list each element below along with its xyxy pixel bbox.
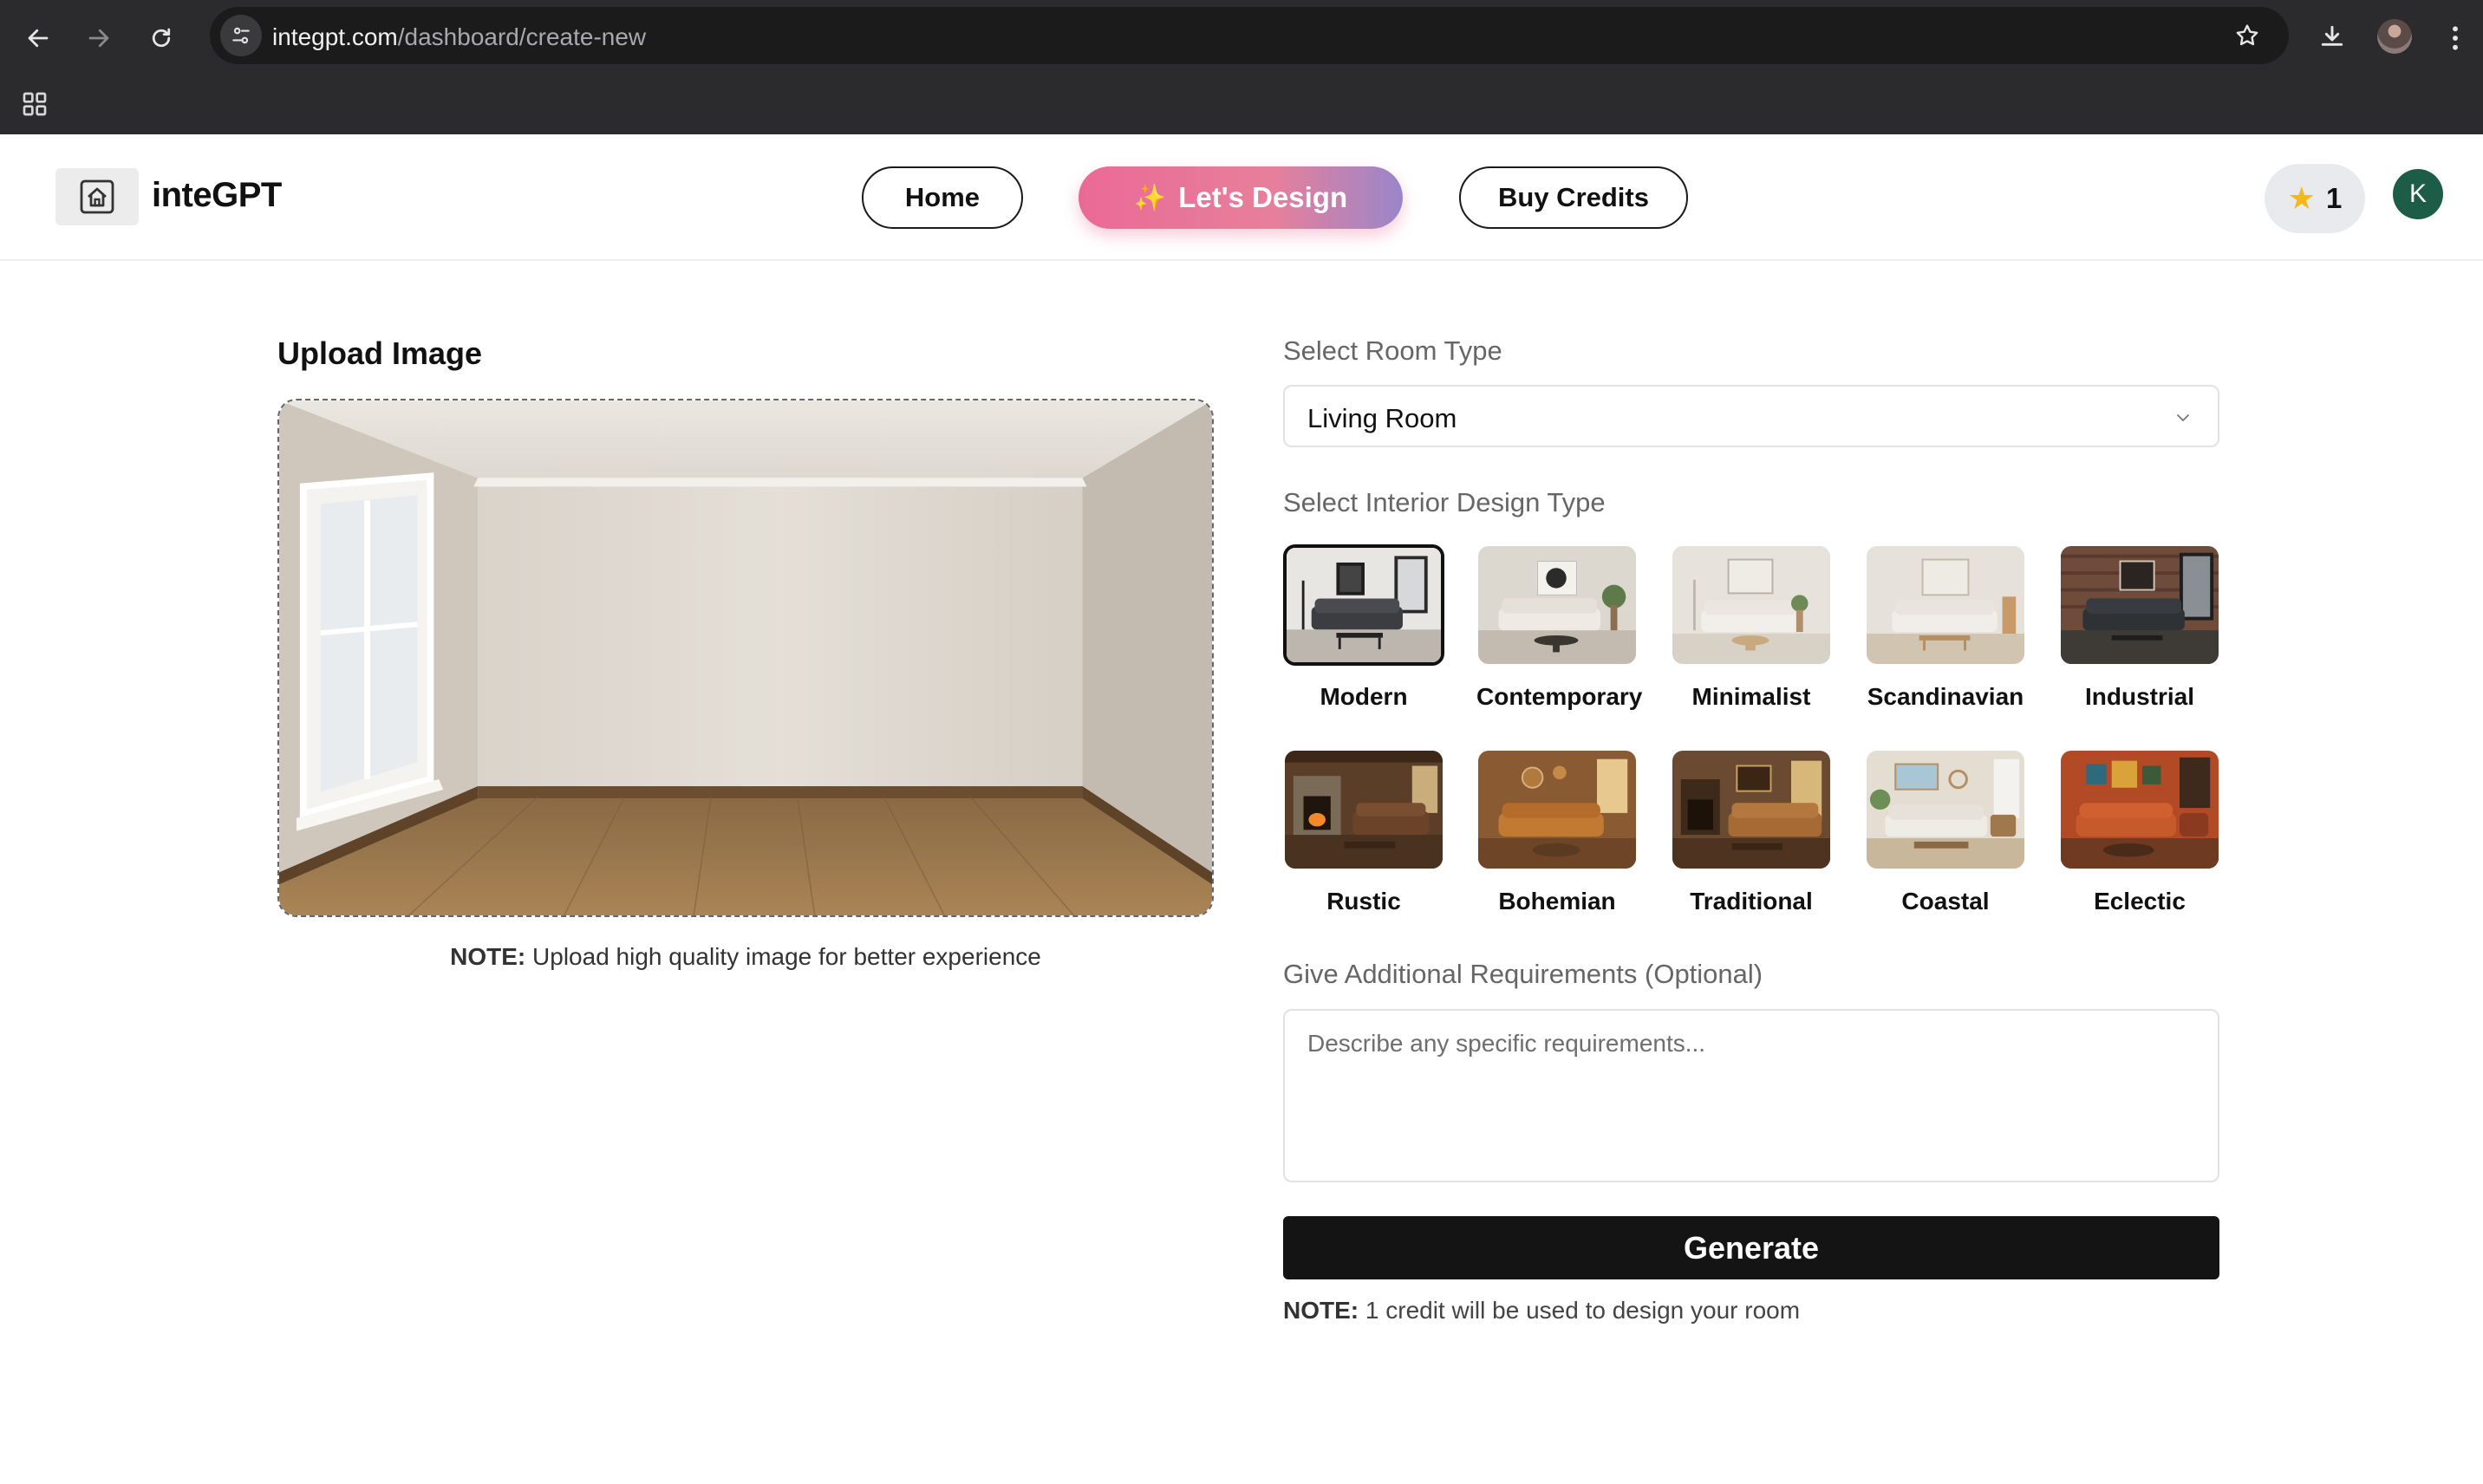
user-avatar[interactable]: K bbox=[2393, 169, 2443, 219]
back-arrow-icon bbox=[28, 29, 49, 48]
credit-note-label: NOTE: bbox=[1283, 1297, 1359, 1324]
additional-requirements-input[interactable]: Describe any specific requirements... bbox=[1283, 1009, 2219, 1182]
reload-button[interactable] bbox=[139, 16, 184, 61]
chevron-down-icon bbox=[2171, 406, 2195, 430]
style-thumbnail bbox=[2059, 749, 2220, 870]
upload-note: NOTE: Upload high quality image for bett… bbox=[277, 943, 1214, 971]
upload-note-label: NOTE: bbox=[450, 943, 526, 970]
browser-menu-button[interactable] bbox=[2438, 16, 2473, 61]
style-option-rustic[interactable]: Rustic bbox=[1283, 749, 1444, 915]
style-thumbnail bbox=[1865, 749, 2026, 870]
style-option-modern[interactable]: Modern bbox=[1283, 544, 1444, 711]
style-option-coastal[interactable]: Coastal bbox=[1865, 749, 2026, 915]
style-thumbnail bbox=[1283, 544, 1444, 666]
sparkle-icon: ✨ bbox=[1133, 183, 1167, 212]
style-thumbnail bbox=[2059, 544, 2220, 666]
room-type-select[interactable]: Living Room bbox=[1283, 385, 2219, 447]
style-option-industrial[interactable]: Industrial bbox=[2059, 544, 2220, 711]
credit-note-text: 1 credit will be used to design your roo… bbox=[1359, 1297, 1801, 1324]
style-label: Minimalist bbox=[1691, 683, 1811, 710]
url-text: integpt.com/dashboard/create-new bbox=[272, 23, 646, 51]
style-option-traditional[interactable]: Traditional bbox=[1671, 749, 1832, 915]
credit-note: NOTE: 1 credit will be used to design yo… bbox=[1283, 1297, 1800, 1325]
additional-requirements-label: Give Additional Requirements (Optional) bbox=[1283, 959, 1763, 989]
upload-title: Upload Image bbox=[277, 335, 483, 371]
site-info-button[interactable] bbox=[220, 15, 262, 56]
star-icon: ★ bbox=[2287, 180, 2316, 216]
style-thumbnail bbox=[1283, 749, 1444, 870]
uploaded-room-image bbox=[279, 400, 1212, 915]
style-option-bohemian[interactable]: Bohemian bbox=[1476, 749, 1638, 915]
download-icon bbox=[2321, 25, 2343, 46]
address-bar[interactable]: integpt.com/dashboard/create-new bbox=[210, 7, 2289, 64]
style-label: Scandinavian bbox=[1867, 683, 2024, 710]
style-thumbnail bbox=[1476, 749, 1638, 870]
style-thumbnail bbox=[1671, 544, 1832, 666]
generate-button[interactable]: Generate bbox=[1283, 1216, 2219, 1279]
forward-button[interactable] bbox=[76, 16, 121, 61]
home-button[interactable]: Home bbox=[862, 166, 1023, 229]
brand-name[interactable]: inteGPT bbox=[152, 176, 282, 215]
style-label: Contemporary bbox=[1476, 683, 1643, 710]
style-thumbnail bbox=[1671, 749, 1832, 870]
bookmark-button[interactable] bbox=[2230, 18, 2265, 53]
lets-design-button[interactable]: ✨ Let's Design bbox=[1079, 166, 1403, 229]
style-label: Coastal bbox=[1901, 888, 1990, 914]
style-option-scandinavian[interactable]: Scandinavian bbox=[1865, 544, 2026, 711]
style-label: Bohemian bbox=[1498, 888, 1616, 914]
upload-dropzone[interactable] bbox=[277, 399, 1214, 917]
lets-design-label: Let's Design bbox=[1178, 181, 1348, 213]
style-label: Rustic bbox=[1326, 888, 1401, 914]
star-outline-icon bbox=[2236, 24, 2258, 46]
buy-credits-button[interactable]: Buy Credits bbox=[1459, 166, 1688, 229]
url-host: integpt.com bbox=[272, 23, 398, 50]
url-path: /dashboard/create-new bbox=[397, 23, 647, 50]
apps-grid-icon bbox=[23, 92, 47, 116]
upload-note-text: Upload high quality image for better exp… bbox=[525, 943, 1041, 970]
credits-badge[interactable]: ★ 1 bbox=[2265, 164, 2365, 233]
style-thumbnail bbox=[1865, 544, 2026, 666]
room-type-label: Select Room Type bbox=[1283, 335, 1502, 366]
style-label: Industrial bbox=[2084, 683, 2194, 710]
style-label: Eclectic bbox=[2094, 888, 2186, 914]
style-label: Traditional bbox=[1690, 888, 1813, 914]
kebab-menu-icon bbox=[2453, 26, 2458, 50]
style-option-eclectic[interactable]: Eclectic bbox=[2059, 749, 2220, 915]
browser-profile-avatar[interactable] bbox=[2377, 19, 2412, 54]
tune-icon bbox=[232, 27, 250, 44]
apps-button[interactable] bbox=[17, 87, 52, 121]
style-option-minimalist[interactable]: Minimalist bbox=[1671, 544, 1832, 711]
style-option-contemporary[interactable]: Contemporary bbox=[1476, 544, 1643, 711]
credits-count: 1 bbox=[2325, 182, 2343, 214]
design-type-label: Select Interior Design Type bbox=[1283, 487, 1606, 517]
style-thumbnail bbox=[1476, 544, 1638, 666]
style-label: Modern bbox=[1320, 683, 1408, 710]
back-button[interactable] bbox=[16, 16, 61, 61]
app-header: inteGPT Home ✨ Let's Design Buy Credits … bbox=[0, 134, 2483, 261]
forward-arrow-icon bbox=[88, 29, 109, 48]
downloads-button[interactable] bbox=[2310, 14, 2355, 59]
house-logo-icon bbox=[80, 179, 114, 214]
brand-logo[interactable] bbox=[55, 168, 139, 225]
room-type-value: Living Room bbox=[1307, 403, 1457, 433]
browser-chrome: integpt.com/dashboard/create-new bbox=[0, 0, 2483, 134]
reload-icon bbox=[152, 28, 171, 48]
additional-requirements-placeholder: Describe any specific requirements... bbox=[1307, 1030, 1706, 1057]
